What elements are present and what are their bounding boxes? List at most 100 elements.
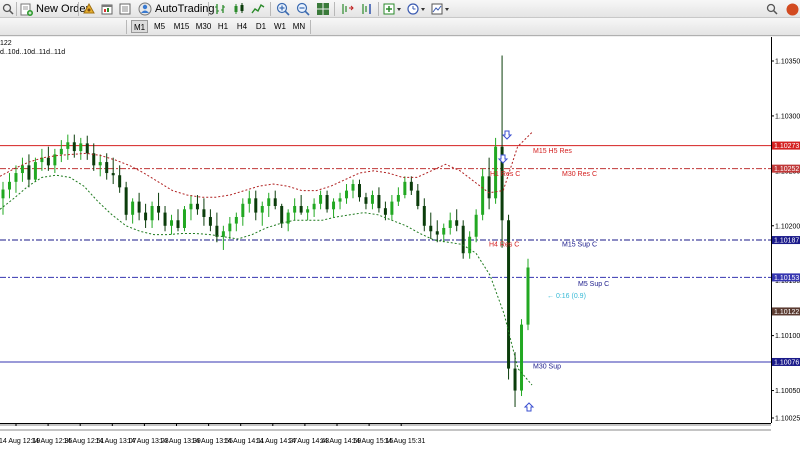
auto-scroll-icon[interactable] [360,1,374,17]
candle-body [46,157,50,166]
chart-area[interactable]: 122 d..10d..10d..11d..11d 1.10350 1.10300 1.… [0,37,800,455]
candle-body [189,203,193,210]
plot-background [0,37,771,423]
candle-body [299,205,303,213]
level-annotation: M15 H5 Res [533,148,572,155]
new-order-icon [20,3,33,16]
candle-body [241,203,245,217]
candle-body [481,176,485,215]
candle-body [319,195,323,204]
candle-body [487,176,491,199]
candle-body [267,198,271,206]
candle-body [208,216,212,226]
level-annotation: H1 Res C [490,171,520,178]
periods-icon[interactable] [407,1,427,17]
y-tick-label: 1.10100 [775,333,800,340]
timeframe-mn[interactable]: MN [290,20,308,33]
price-level-label: 1.10187 [774,238,799,245]
y-tick-label: 1.10300 [775,113,800,120]
candle-body [118,175,122,188]
toolbar-separator [126,20,127,34]
candle-body [273,198,277,206]
candle-body [215,225,219,237]
price-level-label: 1.10252 [774,166,799,173]
candle-body [416,190,420,206]
candle-body [293,205,297,213]
search-icon[interactable] [766,1,778,17]
candle-body [150,205,154,221]
bar-chart-icon[interactable] [213,1,227,17]
templates-icon[interactable] [431,1,451,17]
level-annotation: M5 Sup C [578,281,609,288]
candle-body [14,173,18,182]
candle-body [137,201,141,213]
candle-body [33,162,37,180]
timeframe-m30[interactable]: M30 [193,20,214,33]
candle-body [280,205,284,224]
candle-body [234,216,238,224]
candle-body [27,165,31,180]
candle-body [176,220,180,228]
candle-body [228,223,232,232]
candle-body [442,227,446,235]
timeframe-d1[interactable]: D1 [252,20,270,33]
candle-body [202,209,206,217]
candle-body [79,143,83,152]
candle-body [468,236,472,254]
level-annotation: M30 Res C [562,171,597,178]
candle-body [170,220,174,226]
timeframe-m15[interactable]: M15 [171,20,192,33]
candlestick-chart-icon[interactable] [232,1,246,17]
candle-body [131,201,135,215]
candle-body [105,162,109,174]
candle-body [7,181,11,190]
candle-body [260,205,264,213]
candle-body [306,209,310,213]
timeframe-h1[interactable]: H1 [214,20,232,33]
timeframe-w1[interactable]: W1 [271,20,289,33]
candle-body [221,231,225,237]
data-window-icon[interactable] [100,1,114,17]
tile-windows-icon[interactable] [316,1,330,17]
candle-body [377,195,381,209]
timeframe-toolbar: M1 M5 M15 M30 H1 H4 D1 W1 MN [0,18,800,36]
magnifier-icon[interactable] [2,1,14,17]
candle-body [59,148,63,155]
timeframe-h4[interactable]: H4 [233,20,251,33]
candle-body [435,231,439,235]
chart-symbol-label: 122 [0,40,12,47]
timeframe-m5[interactable]: M5 [150,20,169,33]
candle-body [396,195,400,202]
chart-shift-icon[interactable] [340,1,354,17]
indicators-icon[interactable] [383,1,403,17]
line-chart-icon[interactable] [251,1,265,17]
navigator-icon[interactable] [118,1,132,17]
candle-body [111,173,115,176]
candle-body [351,184,355,191]
market-watch-icon[interactable] [82,1,96,17]
candle-body [20,165,24,174]
candle-body [422,205,426,226]
candle-body [403,181,407,196]
toolbar-separator [310,20,311,34]
price-level-label: 1.10076 [774,359,799,366]
price-chart[interactable]: 122 d..10d..10d..11d..11d 1.10350 1.10300 1.… [0,37,800,455]
y-tick-label: 1.10350 [775,59,800,66]
zoom-in-icon[interactable] [276,1,290,17]
help-icon[interactable] [786,1,799,17]
candle-body [325,195,329,210]
autotrading-icon [138,2,152,16]
candle-body [157,205,161,213]
candle-body [338,198,342,202]
autotrading-button[interactable]: AutoTrading [138,1,215,17]
candle-body [144,212,148,221]
zoom-out-icon[interactable] [296,1,310,17]
level-annotation: H4 Res C [489,241,519,248]
candle-body [247,198,251,204]
timeframe-m1[interactable]: M1 [131,20,148,33]
autotrading-label: AutoTrading [155,3,215,15]
candle-body [429,225,433,232]
candle-body [409,181,413,191]
price-level-label: 1.10273 [774,143,799,150]
candle-body [364,197,368,204]
